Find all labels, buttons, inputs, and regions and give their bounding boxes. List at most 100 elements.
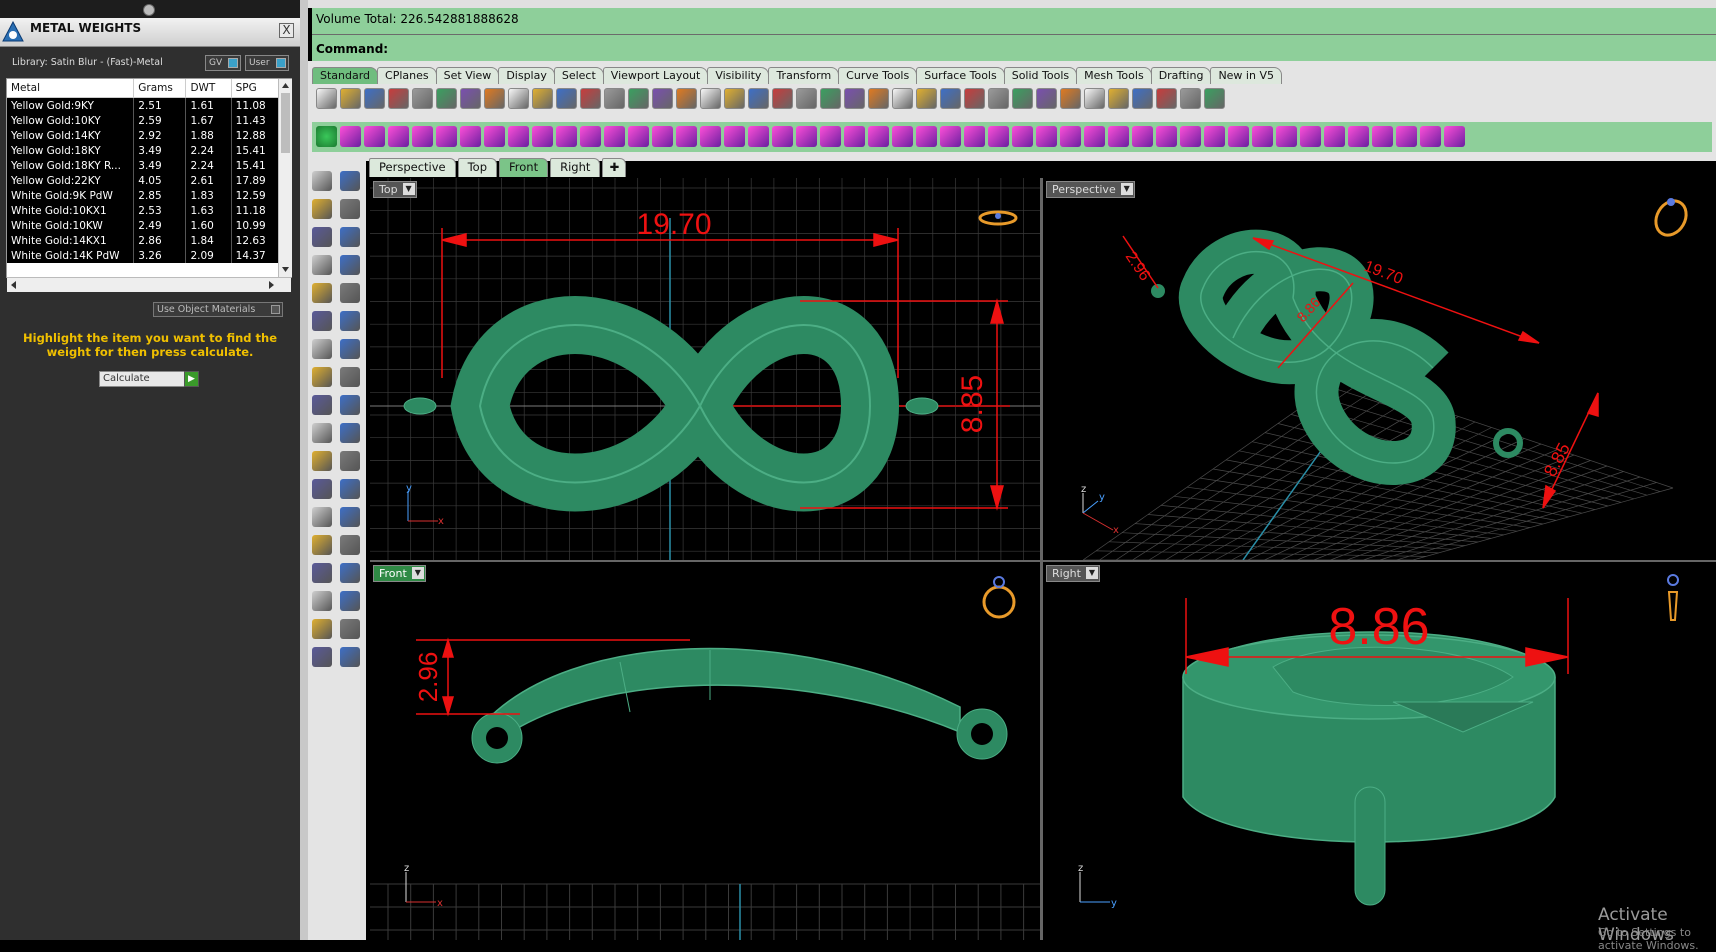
- toolbar-tool-icon[interactable]: [1084, 88, 1105, 109]
- left-tool-icon[interactable]: [340, 423, 360, 443]
- tab-select[interactable]: Select: [553, 67, 604, 84]
- tab-surface-tools[interactable]: Surface Tools: [916, 67, 1005, 84]
- toolbar-tool-icon[interactable]: [1060, 88, 1081, 109]
- toolbar-tool-icon[interactable]: [1132, 88, 1153, 109]
- jewelry-tool-icon[interactable]: [916, 126, 937, 147]
- tab-display[interactable]: Display: [498, 67, 555, 84]
- jewelry-tool-icon[interactable]: [988, 126, 1009, 147]
- left-tool-icon[interactable]: [340, 227, 360, 247]
- jewelry-tool-icon[interactable]: [1180, 126, 1201, 147]
- left-tool-icon[interactable]: [312, 255, 332, 275]
- jewelry-tool-icon[interactable]: [1012, 126, 1033, 147]
- jewelry-tool-icon[interactable]: [412, 126, 433, 147]
- metal-table-row[interactable]: Yellow Gold:10KY 2.59 1.67 11.43: [7, 113, 280, 128]
- jewelry-tool-icon[interactable]: [1324, 126, 1345, 147]
- tab-cplanes[interactable]: CPlanes: [377, 67, 437, 84]
- jewelry-tool-icon[interactable]: [1420, 126, 1441, 147]
- toolbar-tool-icon[interactable]: [1012, 88, 1033, 109]
- jewelry-tool-icon[interactable]: [364, 126, 385, 147]
- toolbar-tool-icon[interactable]: [796, 88, 817, 109]
- toolbar-tool-icon[interactable]: [580, 88, 601, 109]
- metal-table-row[interactable]: Yellow Gold:18KY R... 3.49 2.24 15.41: [7, 158, 280, 173]
- jewelry-tool-icon[interactable]: [340, 126, 361, 147]
- jewelry-tool-icon[interactable]: [628, 126, 649, 147]
- left-tool-icon[interactable]: [340, 451, 360, 471]
- jewelry-tool-icon[interactable]: [676, 126, 697, 147]
- jewelry-tool-icon[interactable]: [1396, 126, 1417, 147]
- toolbar-tool-icon[interactable]: [1180, 88, 1201, 109]
- toolbar-tool-icon[interactable]: [460, 88, 481, 109]
- metal-table-row[interactable]: Yellow Gold:22KY 4.05 2.61 17.89: [7, 173, 280, 188]
- jewelry-tool-icon[interactable]: [700, 126, 721, 147]
- toolbar-tool-icon[interactable]: [700, 88, 721, 109]
- toolbar-tool-icon[interactable]: [652, 88, 673, 109]
- toolbar-tool-icon[interactable]: [1204, 88, 1225, 109]
- power-icon[interactable]: [316, 126, 337, 147]
- left-tool-icon[interactable]: [340, 507, 360, 527]
- left-tool-icon[interactable]: [340, 199, 360, 219]
- left-tool-icon[interactable]: [340, 283, 360, 303]
- left-tool-icon[interactable]: [312, 227, 332, 247]
- jewelry-tool-icon[interactable]: [796, 126, 817, 147]
- jewelry-tool-icon[interactable]: [724, 126, 745, 147]
- chevron-down-icon[interactable]: ▼: [411, 567, 424, 579]
- toolbar-tool-icon[interactable]: [556, 88, 577, 109]
- jewelry-tool-icon[interactable]: [532, 126, 553, 147]
- toolbar-tool-icon[interactable]: [868, 88, 889, 109]
- left-tool-icon[interactable]: [340, 395, 360, 415]
- jewelry-tool-icon[interactable]: [1276, 126, 1297, 147]
- toolbar-tool-icon[interactable]: [508, 88, 529, 109]
- tab-drafting[interactable]: Drafting: [1150, 67, 1212, 84]
- tab-visibility[interactable]: Visibility: [707, 67, 770, 84]
- tab-set-view[interactable]: Set View: [435, 67, 500, 84]
- col-grams[interactable]: Grams: [133, 79, 187, 98]
- jewelry-tool-icon[interactable]: [964, 126, 985, 147]
- toolbar-tool-icon[interactable]: [916, 88, 937, 109]
- jewelry-tool-icon[interactable]: [1204, 126, 1225, 147]
- jewelry-tool-icon[interactable]: [1060, 126, 1081, 147]
- left-tool-icon[interactable]: [312, 451, 332, 471]
- jewelry-tool-icon[interactable]: [1252, 126, 1273, 147]
- metal-table-row[interactable]: White Gold:10KX1 2.53 1.63 11.18: [7, 203, 280, 218]
- vtab-right[interactable]: Right: [550, 158, 601, 177]
- toolbar-tool-icon[interactable]: [1036, 88, 1057, 109]
- toolbar-tool-icon[interactable]: [940, 88, 961, 109]
- left-tool-icon[interactable]: [312, 535, 332, 555]
- jewelry-tool-icon[interactable]: [556, 126, 577, 147]
- metal-table-row[interactable]: White Gold:14KX1 2.86 1.84 12.63: [7, 233, 280, 248]
- viewport-label-perspective[interactable]: Perspective ▼: [1046, 181, 1135, 198]
- command-prompt[interactable]: Command:: [316, 42, 388, 56]
- jewelry-tool-icon[interactable]: [388, 126, 409, 147]
- left-tool-icon[interactable]: [312, 479, 332, 499]
- left-tool-icon[interactable]: [340, 171, 360, 191]
- jewelry-tool-icon[interactable]: [1228, 126, 1249, 147]
- left-tool-icon[interactable]: [312, 339, 332, 359]
- panel-divider[interactable]: [300, 0, 308, 940]
- tab-mesh-tools[interactable]: Mesh Tools: [1076, 67, 1152, 84]
- jewelry-tool-icon[interactable]: [580, 126, 601, 147]
- jewelry-tool-icon[interactable]: [652, 126, 673, 147]
- jewelry-tool-icon[interactable]: [604, 126, 625, 147]
- left-tool-icon[interactable]: [340, 311, 360, 331]
- left-tool-icon[interactable]: [340, 255, 360, 275]
- viewport-label-top[interactable]: Top ▼: [373, 181, 417, 198]
- metal-table-row[interactable]: Yellow Gold:18KY 3.49 2.24 15.41: [7, 143, 280, 158]
- toolbar-tool-icon[interactable]: [316, 88, 337, 109]
- add-viewport-tab-button[interactable]: ✚: [602, 158, 627, 177]
- metal-table-row[interactable]: Yellow Gold:9KY 2.51 1.61 11.08: [7, 97, 280, 113]
- use-object-materials-checkbox[interactable]: Use Object Materials: [153, 302, 283, 317]
- left-tool-icon[interactable]: [312, 311, 332, 331]
- left-tool-icon[interactable]: [340, 479, 360, 499]
- toolbar-tool-icon[interactable]: [1156, 88, 1177, 109]
- table-vertical-scrollbar[interactable]: [278, 79, 292, 277]
- jewelry-tool-icon[interactable]: [1444, 126, 1465, 147]
- toolbar-tool-icon[interactable]: [436, 88, 457, 109]
- jewelry-tool-icon[interactable]: [1300, 126, 1321, 147]
- jewelry-tool-icon[interactable]: [844, 126, 865, 147]
- toolbar-tool-icon[interactable]: [532, 88, 553, 109]
- toolbar-tool-icon[interactable]: [340, 88, 361, 109]
- jewelry-tool-icon[interactable]: [940, 126, 961, 147]
- metal-table-row[interactable]: Yellow Gold:14KY 2.92 1.88 12.88: [7, 128, 280, 143]
- toolbar-tool-icon[interactable]: [892, 88, 913, 109]
- chevron-down-icon[interactable]: ▼: [1085, 567, 1098, 579]
